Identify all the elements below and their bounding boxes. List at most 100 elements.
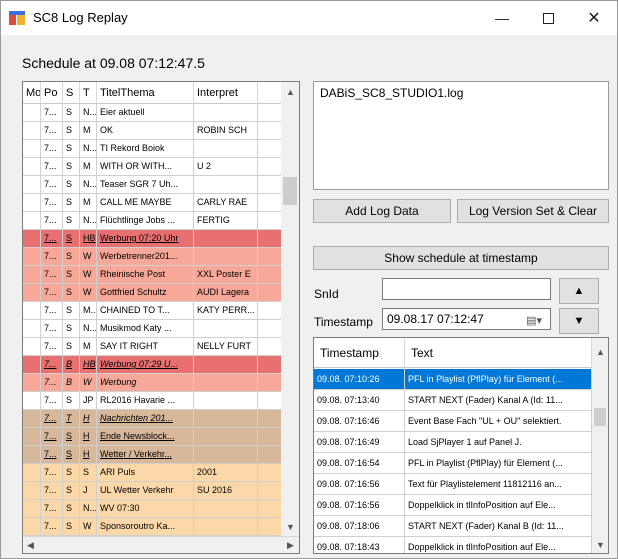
schedule-row[interactable]: 7... S N... Musikmod Katy ... xyxy=(23,320,281,338)
schedule-cell: TI Rekord Boiok xyxy=(97,140,194,157)
log-row[interactable]: 09.08. 07:16:54 PFL in Playlist (PflPlay)… xyxy=(314,453,592,474)
schedule-cell xyxy=(23,176,41,193)
up-button[interactable]: ▲ xyxy=(559,278,599,304)
schedule-cell: M... xyxy=(80,302,97,319)
schedule-row[interactable]: 7... S W Rheinische Post XXL Poster E xyxy=(23,266,281,284)
schedule-row[interactable]: 7... S M... CHAINED TO T... KATY PERR... xyxy=(23,302,281,320)
schedule-row[interactable]: 7... S H Wetter / Verkehr... xyxy=(23,446,281,464)
schedule-cell xyxy=(194,392,258,409)
schedule-row[interactable]: 7... B HB Werbung 07:29 U... xyxy=(23,356,281,374)
log-row[interactable]: 09.08. 07:16:56 Doppelklick in tlInfoPosi… xyxy=(314,495,592,516)
timestamp-picker[interactable]: 09.08.17 07:12:47 ▤▾ xyxy=(382,308,551,330)
schedule-vertical-scrollbar[interactable]: ▲ ▼ xyxy=(281,82,299,536)
log-column-timestamp[interactable]: Timestamp xyxy=(314,338,405,368)
schedule-row[interactable]: 7... S W Gottfried Schultz AUDI Lagera xyxy=(23,284,281,302)
log-text-cell: START NEXT (Fader) Kanal B (Id: 11... xyxy=(405,516,592,536)
snid-label: SnId xyxy=(314,287,339,301)
schedule-row[interactable]: 7... T H Nachrichten 201... xyxy=(23,410,281,428)
schedule-row[interactable]: 7... S N... TI Rekord Boiok xyxy=(23,140,281,158)
schedule-column-header[interactable]: S xyxy=(63,82,80,104)
schedule-row[interactable]: 7... S M OK ROBIN SCH xyxy=(23,122,281,140)
schedule-cell: N... xyxy=(80,176,97,193)
log-column-text[interactable]: Text xyxy=(405,338,592,368)
schedule-row[interactable]: 7... S JP RL2016 Havarie ... xyxy=(23,392,281,410)
log-row[interactable]: 09.08. 07:18:06 START NEXT (Fader) Kanal … xyxy=(314,516,592,537)
show-schedule-button[interactable]: Show schedule at timestamp xyxy=(313,246,609,270)
schedule-cell xyxy=(194,410,258,427)
scroll-left-icon[interactable]: ◀ xyxy=(27,540,34,551)
schedule-row[interactable]: 7... S W Werbetrenner201... xyxy=(23,248,281,266)
schedule-cell xyxy=(194,230,258,247)
schedule-row[interactable]: 7... S N... Teaser SGR 7 Uh... xyxy=(23,176,281,194)
log-grid[interactable]: Timestamp Text 09.08. 07:10:26 PFL in Pla… xyxy=(313,337,609,554)
minimize-icon: — xyxy=(495,10,509,26)
schedule-cell: CHAINED TO T... xyxy=(97,302,194,319)
schedule-cell: Musikmod Katy ... xyxy=(97,320,194,337)
schedule-row[interactable]: 7... S M WITH OR WITH... U 2 xyxy=(23,158,281,176)
schedule-column-header[interactable]: Mo xyxy=(23,82,41,104)
schedule-cell xyxy=(23,266,41,283)
schedule-cell xyxy=(194,374,258,391)
down-arrow-icon: ▼ xyxy=(573,315,585,327)
log-row[interactable]: 09.08. 07:10:26 PFL in Playlist (PflPlay)… xyxy=(314,369,592,390)
scroll-thumb[interactable] xyxy=(283,177,297,205)
down-button[interactable]: ▼ xyxy=(559,308,599,334)
log-row[interactable]: 09.08. 07:16:56 Text für Playlistelement … xyxy=(314,474,592,495)
schedule-cell xyxy=(23,230,41,247)
schedule-row[interactable]: 7... S S ARI Puls 2001 xyxy=(23,464,281,482)
schedule-grid[interactable]: Mo Po S T TitelThema Interpret 7... S N... Eier … xyxy=(22,81,300,554)
schedule-column-header[interactable]: Po xyxy=(41,82,63,104)
calendar-dropdown-icon[interactable]: ▤▾ xyxy=(526,314,542,327)
schedule-column-header[interactable]: Interpret xyxy=(194,82,258,104)
scroll-right-icon[interactable]: ▶ xyxy=(287,540,294,551)
schedule-row[interactable]: 7... S J UL Wetter Verkehr SU 2016 xyxy=(23,482,281,500)
schedule-cell: 7... xyxy=(41,158,63,175)
schedule-row[interactable]: 7... S H Ende Newsblock... xyxy=(23,428,281,446)
schedule-row[interactable]: 7... S HB Werbung 07:20 Uhr xyxy=(23,230,281,248)
schedule-cell: XXL Poster E xyxy=(194,266,258,283)
schedule-cell: 7... xyxy=(41,212,63,229)
schedule-cell: B xyxy=(63,356,80,373)
snid-input[interactable] xyxy=(382,278,551,300)
close-button[interactable]: ✕ xyxy=(571,1,617,35)
schedule-horizontal-scrollbar[interactable]: ◀ ▶ xyxy=(23,536,299,553)
schedule-cell: M xyxy=(80,158,97,175)
log-file-box[interactable]: DABiS_SC8_STUDIO1.log xyxy=(313,81,609,190)
schedule-row[interactable]: 7... S N... WV 07:30 xyxy=(23,500,281,518)
schedule-cell: 7... xyxy=(41,410,63,427)
log-scroll-up-icon[interactable]: ▲ xyxy=(596,347,605,357)
add-log-data-button[interactable]: Add Log Data xyxy=(313,199,451,223)
log-version-set-clear-button[interactable]: Log Version Set & Clear xyxy=(457,199,609,223)
scroll-up-icon[interactable]: ▲ xyxy=(286,87,295,97)
log-row[interactable]: 09.08. 07:13:40 START NEXT (Fader) Kanal … xyxy=(314,390,592,411)
log-text-cell: Load SjPlayer 1 auf Panel J. xyxy=(405,432,592,452)
schedule-cell: Gottfried Schultz xyxy=(97,284,194,301)
log-row[interactable]: 09.08. 07:16:46 Event Base Fach "UL + OU"… xyxy=(314,411,592,432)
schedule-cell: 7... xyxy=(41,464,63,481)
schedule-column-header[interactable]: T xyxy=(80,82,97,104)
schedule-row[interactable]: 7... S N... Flüchtlinge Jobs ... FERTIG xyxy=(23,212,281,230)
log-scroll-thumb[interactable] xyxy=(594,408,606,426)
schedule-row[interactable]: 7... S M SAY IT RIGHT NELLY FURT xyxy=(23,338,281,356)
log-scroll-down-icon[interactable]: ▼ xyxy=(596,540,605,550)
schedule-row[interactable]: 7... B W Werbung xyxy=(23,374,281,392)
schedule-cell: 7... xyxy=(41,248,63,265)
schedule-cell: S xyxy=(63,320,80,337)
schedule-row[interactable]: 7... S W Sponsoroutro Ka... xyxy=(23,518,281,536)
log-vertical-scrollbar[interactable]: ▲ ▼ xyxy=(592,338,608,553)
schedule-column-header[interactable]: TitelThema xyxy=(97,82,194,104)
schedule-cell: W xyxy=(80,284,97,301)
log-row[interactable]: 09.08. 07:18:43 Doppelklick in tlInfoPosi… xyxy=(314,537,592,553)
minimize-button[interactable]: — xyxy=(479,1,525,35)
schedule-cell: S xyxy=(63,176,80,193)
maximize-button[interactable] xyxy=(525,1,571,35)
scroll-down-icon[interactable]: ▼ xyxy=(286,522,295,532)
schedule-row[interactable]: 7... S M CALL ME MAYBE CARLY RAE xyxy=(23,194,281,212)
title-bar[interactable]: SC8 Log Replay — ✕ xyxy=(1,1,617,35)
schedule-grid-header: Mo Po S T TitelThema Interpret xyxy=(23,82,281,104)
log-row[interactable]: 09.08. 07:16:49 Load SjPlayer 1 auf Panel… xyxy=(314,432,592,453)
log-timestamp-cell: 09.08. 07:16:49 xyxy=(314,432,405,452)
schedule-cell xyxy=(23,428,41,445)
schedule-cell xyxy=(23,374,41,391)
schedule-row[interactable]: 7... S N... Eier aktuell xyxy=(23,104,281,122)
